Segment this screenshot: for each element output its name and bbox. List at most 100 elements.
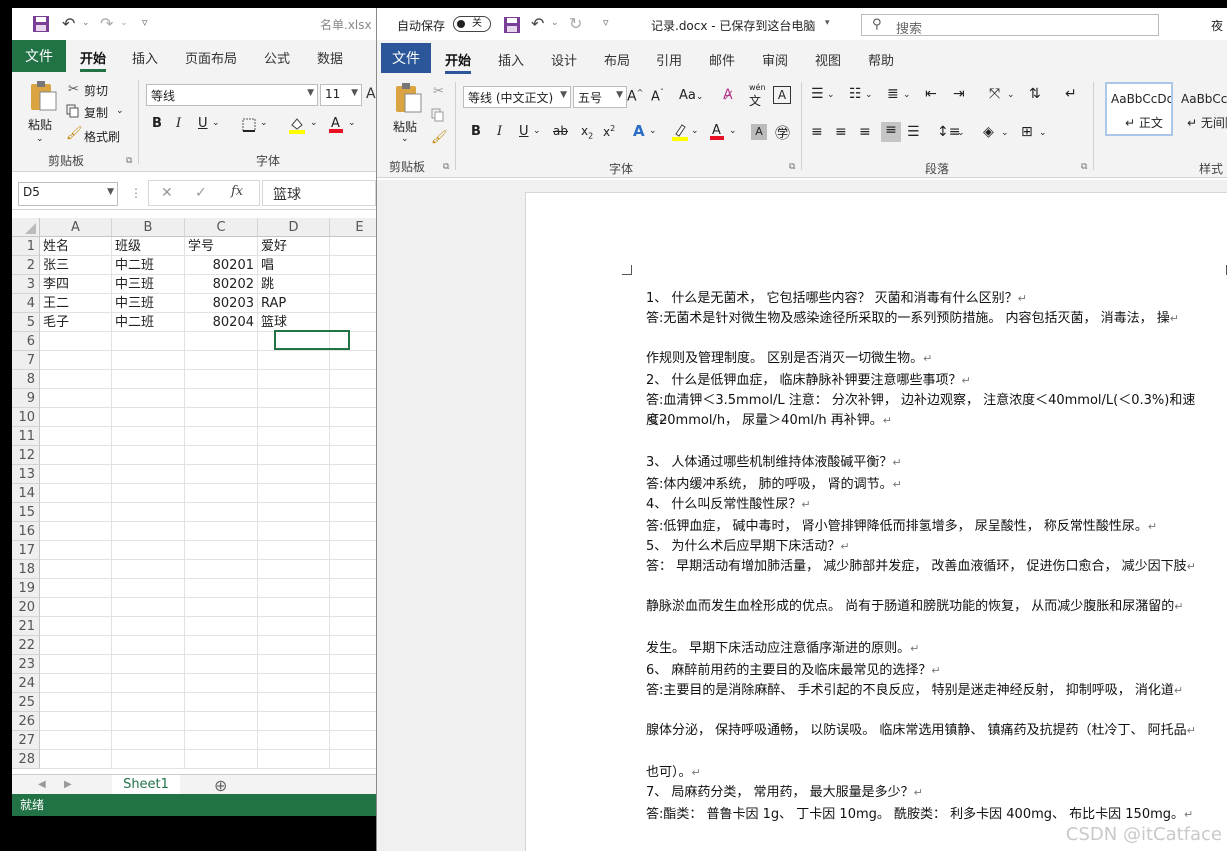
cell[interactable]: 爱好 (258, 237, 330, 256)
undo-icon[interactable]: ↶ (62, 14, 75, 33)
copy-icon[interactable] (66, 104, 80, 118)
cell[interactable]: 姓名 (40, 237, 112, 256)
row-header[interactable]: 23 (12, 655, 40, 674)
font-launcher-icon[interactable]: ⧉ (789, 162, 795, 172)
numbering-icon[interactable]: ☷ (849, 86, 862, 102)
cell[interactable] (185, 693, 258, 712)
cell[interactable] (330, 560, 376, 579)
cell[interactable] (112, 332, 185, 351)
row-header[interactable]: 24 (12, 674, 40, 693)
cell[interactable] (40, 579, 112, 598)
document-paragraph[interactable]: ＜20mmol/h， 尿量＞40ml/h 再补钾。↵ (646, 411, 892, 431)
underline-icon[interactable]: U (519, 124, 529, 139)
row-header[interactable]: 18 (12, 560, 40, 579)
font-name-combo[interactable]: 等线 ▼ (146, 84, 318, 106)
document-paragraph[interactable]: 7、 局麻药分类， 常用药， 最大服量是多少？↵ (646, 783, 923, 803)
cell[interactable] (330, 693, 376, 712)
highlight-color-icon[interactable] (671, 122, 689, 142)
row-header[interactable]: 2 (12, 256, 40, 275)
cell[interactable] (112, 731, 185, 750)
enclose-characters-icon[interactable]: ㊫ (775, 122, 790, 143)
copy-dropdown-icon[interactable]: ⌄ (116, 106, 124, 116)
row-header[interactable]: 12 (12, 446, 40, 465)
text-effects-dropdown-icon[interactable]: ⌄ (649, 126, 657, 136)
cell[interactable]: 中三班 (112, 275, 185, 294)
word-tab-help[interactable]: 帮助 (868, 50, 894, 69)
grow-font-icon[interactable]: A^ (627, 88, 643, 105)
row-header[interactable]: 22 (12, 636, 40, 655)
fill-color-icon[interactable] (288, 116, 306, 134)
cell[interactable] (185, 389, 258, 408)
cell[interactable]: 中二班 (112, 313, 185, 332)
cancel-icon[interactable]: ✕ (161, 185, 173, 201)
cell[interactable] (185, 750, 258, 769)
cell[interactable] (258, 503, 330, 522)
document-paragraph[interactable]: 5、 为什么术后应早期下床活动？↵ (646, 537, 850, 557)
cell[interactable] (40, 712, 112, 731)
cell[interactable] (112, 370, 185, 389)
multilevel-list-icon[interactable]: ≣ (887, 86, 899, 102)
cell[interactable] (112, 503, 185, 522)
document-paragraph[interactable]: 3、 人体通过哪些机制维持体液酸碱平衡？↵ (646, 453, 902, 473)
word-tab-review[interactable]: 审阅 (762, 50, 788, 69)
word-tab-insert[interactable]: 插入 (498, 50, 524, 69)
cell[interactable] (185, 541, 258, 560)
cell[interactable] (258, 427, 330, 446)
format-painter-icon[interactable]: 🖌 (66, 126, 83, 141)
cell[interactable] (185, 446, 258, 465)
cut-button[interactable]: 剪切 (84, 82, 108, 99)
cell[interactable]: 毛子 (40, 313, 112, 332)
word-tab-mailings[interactable]: 邮件 (709, 50, 735, 69)
subscript-icon[interactable]: x2 (581, 124, 593, 140)
cell[interactable] (330, 731, 376, 750)
cell[interactable] (330, 370, 376, 389)
insert-function-icon[interactable]: fx (231, 184, 243, 199)
document-paragraph[interactable]: 发生。 早期下床活动应注意循序渐进的原则。↵ (646, 639, 919, 659)
shading-dropdown-icon[interactable]: ⌄ (1001, 128, 1009, 138)
customize-qat-icon[interactable]: ▿ (603, 16, 609, 29)
cell[interactable] (330, 579, 376, 598)
distributed-icon[interactable]: ☰ (907, 124, 920, 140)
align-left-icon[interactable]: ≡ (811, 124, 823, 140)
document-paragraph[interactable]: 2、 什么是低钾血症， 临床静脉补钾要注意哪些事项？↵ (646, 371, 971, 391)
cell[interactable] (330, 237, 376, 256)
cell[interactable] (185, 408, 258, 427)
document-paragraph[interactable]: 答： 早期活动有增加肺活量， 减少肺部并发症， 改善血液循环， 促进伤口愈合， … (646, 557, 1206, 577)
cell[interactable] (185, 674, 258, 693)
autosave-toggle[interactable]: 关 (453, 16, 491, 32)
excel-tab-page-layout[interactable]: 页面布局 (185, 48, 237, 67)
row-header[interactable]: 17 (12, 541, 40, 560)
multilevel-dropdown-icon[interactable]: ⌄ (903, 90, 911, 100)
cell[interactable] (258, 617, 330, 636)
cell[interactable] (258, 484, 330, 503)
cell[interactable] (330, 275, 376, 294)
add-sheet-icon[interactable]: ⊕ (214, 776, 227, 795)
cell[interactable] (40, 503, 112, 522)
cell[interactable] (330, 503, 376, 522)
document-paragraph[interactable]: 静脉淤血而发生血栓形成的优点。 尚有于肠道和膀胱功能的恢复， 从而减少腹胀和尿潴… (646, 597, 1206, 617)
cell[interactable] (258, 598, 330, 617)
increase-font-icon[interactable]: A (366, 86, 376, 102)
borders-icon[interactable]: ⊞ (1021, 124, 1033, 140)
undo-icon[interactable]: ↶ (531, 14, 544, 33)
paste-icon[interactable] (28, 80, 58, 112)
cell[interactable] (330, 408, 376, 427)
cell[interactable] (330, 446, 376, 465)
font-size-combo[interactable]: 五号 ▼ (573, 86, 627, 108)
cell[interactable] (40, 655, 112, 674)
clipboard-launcher-icon[interactable]: ⧉ (126, 156, 132, 166)
cell[interactable] (185, 351, 258, 370)
copy-icon[interactable] (431, 108, 445, 122)
cell[interactable] (258, 712, 330, 731)
underline-icon[interactable]: U (198, 116, 208, 131)
cell[interactable] (185, 370, 258, 389)
cell[interactable] (40, 693, 112, 712)
cell[interactable] (112, 712, 185, 731)
cell[interactable] (258, 446, 330, 465)
cell[interactable] (40, 332, 112, 351)
document-paragraph[interactable]: 答:体内缓冲系统， 肺的呼吸， 肾的调节。↵ (646, 475, 902, 495)
cell[interactable] (258, 370, 330, 389)
cell[interactable] (40, 446, 112, 465)
cell[interactable] (258, 731, 330, 750)
clear-formatting-icon[interactable]: A̷ (723, 87, 733, 103)
